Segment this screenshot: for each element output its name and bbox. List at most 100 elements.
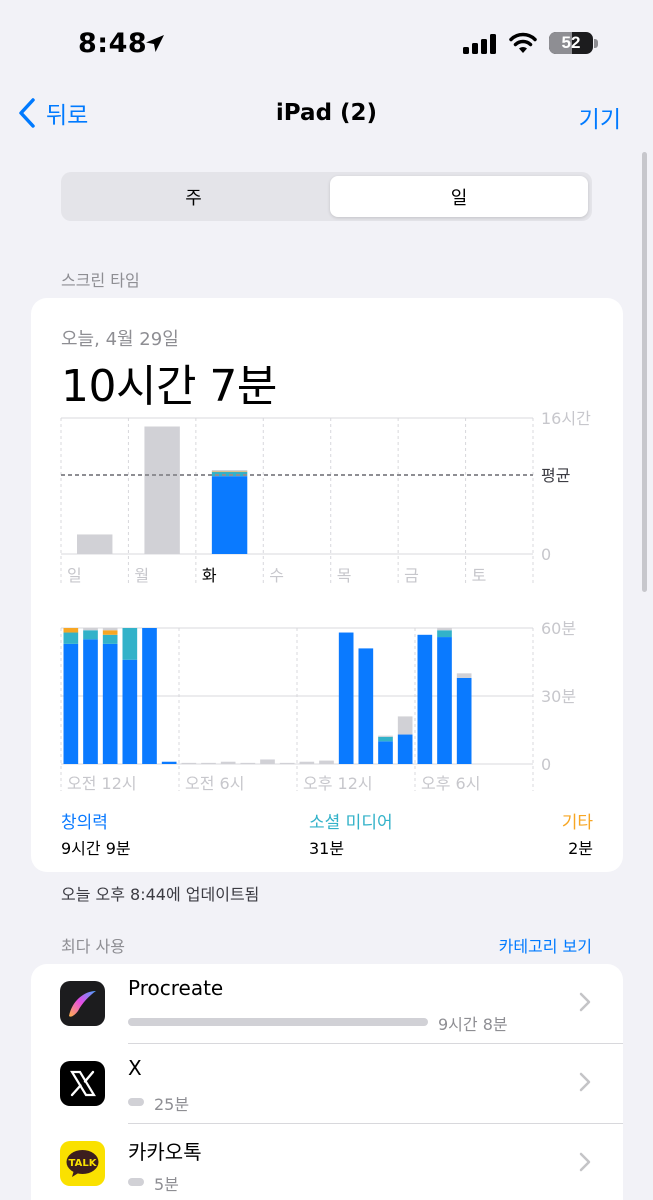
period-segmented-control: 주 일 <box>61 172 592 221</box>
page-title: iPad (2) <box>275 100 378 126</box>
bar-hour-18-0 <box>417 634 433 764</box>
usage-bar <box>128 1098 144 1106</box>
bar-hour-19-1 <box>437 630 452 638</box>
total-screen-time: 10시간 7분 <box>61 361 277 412</box>
x-tick-label: 일 <box>67 566 82 585</box>
bar-hour-1-0 <box>83 639 98 764</box>
screen-time-section-label: 스크린 타임 <box>61 271 140 290</box>
bar-hour-16-0 <box>378 741 393 764</box>
bar-hour-7-3 <box>201 762 216 764</box>
most-used-section-label: 최다 사용 <box>61 937 125 956</box>
bar-hour-5-0 <box>161 761 177 764</box>
bar-hour-8-3 <box>220 761 236 764</box>
bar-hour-12-3 <box>299 761 315 764</box>
x-app-icon <box>60 1061 105 1106</box>
bar-hour-1-3 <box>83 628 98 631</box>
app-usage-time: 9시간 8분 <box>438 1015 508 1034</box>
bar-hour-13-3 <box>319 760 334 764</box>
app-name: Procreate <box>128 976 224 1000</box>
x-tick-label: 오후 12시 <box>303 774 373 793</box>
procreate-app-icon <box>60 981 105 1026</box>
bar-hour-0-1 <box>63 632 79 644</box>
segment-day[interactable]: 일 <box>330 176 588 217</box>
segment-week[interactable]: 주 <box>61 172 326 221</box>
location-arrow-icon <box>146 35 164 52</box>
bar-hour-2-2 <box>102 630 118 635</box>
bar-hour-3-0 <box>122 659 138 764</box>
x-tick-label: 토 <box>472 566 487 585</box>
chevron-right-icon <box>579 992 591 1012</box>
usage-bar <box>128 1018 428 1026</box>
y-tick-label-zero: 0 <box>541 755 551 774</box>
bar-hour-17-3 <box>397 716 413 735</box>
bar-hour-0-0 <box>63 643 79 764</box>
screen-time-card[interactable]: 오늘, 4월 29일 10시간 7분 일 월 화 수 목 금 토 16시간평균 0 오전 12시… <box>31 298 623 872</box>
show-categories-link[interactable]: 카테고리 보기 <box>499 933 592 957</box>
wifi-icon <box>509 32 537 53</box>
battery-icon: 52 <box>549 32 593 54</box>
app-usage-time: 5분 <box>154 1175 179 1194</box>
list-item-procreate[interactable]: Procreate 9시간 8분 <box>31 964 623 1044</box>
bar-hour-15-0 <box>358 648 374 764</box>
bar-hour-10-3 <box>260 759 275 764</box>
bar-hour-19-0 <box>437 637 452 764</box>
bar-hour-16-1 <box>378 736 393 742</box>
cellular-signal-icon <box>463 34 496 54</box>
y-tick-label-max: 16시간 <box>541 409 591 428</box>
bar-hour-2-1 <box>102 634 118 644</box>
list-item-kakaotalk[interactable]: TALK 카카오톡 5분 <box>31 1124 623 1200</box>
devices-button[interactable]: 기기 <box>579 100 621 134</box>
legend-other-label: 기타 <box>561 813 593 833</box>
bar-hour-20-3 <box>456 673 472 678</box>
bar-화-2 <box>211 471 248 473</box>
bar-hour-1-1 <box>83 630 98 640</box>
app-usage-time: 25분 <box>154 1095 190 1114</box>
bar-hour-17-0 <box>397 734 413 764</box>
bar-hour-9-3 <box>240 762 256 764</box>
legend-creativity-label: 창의력 <box>61 813 108 833</box>
bar-일-0 <box>77 534 113 554</box>
kakaotalk-app-icon: TALK <box>60 1141 105 1186</box>
legend-creativity-value: 9시간 9분 <box>61 839 131 858</box>
battery-cap <box>594 39 598 48</box>
bar-hour-20-0 <box>456 677 472 764</box>
bar-화-3 <box>211 470 248 472</box>
updated-timestamp: 오늘 오후 8:44에 업데이트됨 <box>61 885 260 904</box>
bar-월-0 <box>144 426 180 554</box>
x-tick-label: 수 <box>269 566 284 585</box>
bar-hour-14-0 <box>338 632 354 764</box>
x-tick-label: 월 <box>134 566 149 585</box>
chevron-right-icon <box>579 1152 591 1172</box>
x-tick-label: 오전 12시 <box>67 774 137 793</box>
scrollbar[interactable] <box>642 152 647 592</box>
app-name: 카카오톡 <box>128 1140 202 1164</box>
legend-social-label: 소셜 미디어 <box>309 813 393 833</box>
bar-hour-0-2 <box>63 628 79 633</box>
bar-hour-16-3 <box>378 735 393 737</box>
chevron-right-icon <box>579 1072 591 1092</box>
hourly-usage-chart: 오전 12시 오전 6시 오후 12시 오후 6시 60분 30분 0 <box>60 619 576 793</box>
y-tick-label-max: 60분 <box>541 619 576 638</box>
bar-화-0 <box>211 476 248 554</box>
y-tick-label-average: 평균 <box>541 466 570 485</box>
y-tick-label-mid: 30분 <box>541 687 576 706</box>
weekly-usage-chart: 일 월 화 수 목 금 토 16시간평균 0 <box>60 409 591 586</box>
list-item-x[interactable]: X 25분 <box>31 1044 623 1124</box>
x-tick-label: 금 <box>404 566 419 585</box>
most-used-app-list: Procreate 9시간 8분 X 25분 TALK 카카오톡 5분 <box>31 964 623 1200</box>
x-tick-label: 목 <box>337 566 352 585</box>
date-label: 오늘, 4월 29일 <box>61 329 179 350</box>
x-tick-label: 화 <box>202 566 217 585</box>
legend-other-value: 2분 <box>568 839 593 858</box>
battery-level: 52 <box>561 33 581 52</box>
bar-hour-6-3 <box>181 762 197 764</box>
x-tick-label: 오전 6시 <box>185 774 244 793</box>
bar-hour-4-0 <box>142 628 157 764</box>
bar-hour-19-3 <box>437 628 452 631</box>
x-tick-label: 오후 6시 <box>421 774 480 793</box>
app-name: X <box>128 1056 142 1080</box>
kakao-talk-badge: TALK <box>69 1158 98 1169</box>
bar-hour-11-3 <box>279 762 295 764</box>
usage-bar <box>128 1178 144 1186</box>
status-time: 8:48 <box>78 28 148 59</box>
